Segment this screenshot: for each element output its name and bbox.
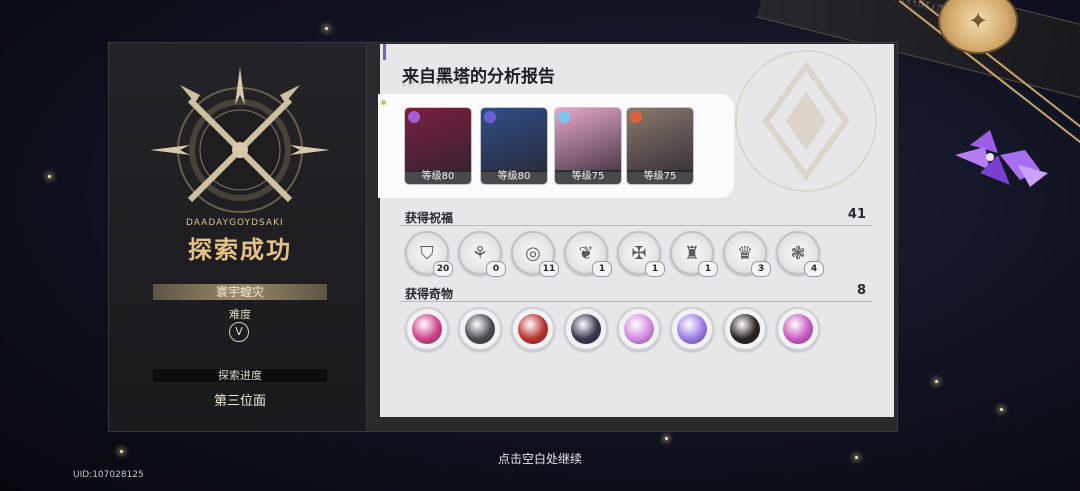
divider — [400, 225, 872, 226]
continue-hint[interactable]: 点击空白处继续 — [440, 450, 640, 467]
star-sparkle — [855, 456, 858, 459]
blessing-count: 0 — [486, 261, 506, 277]
magenta-seal-curio-icon[interactable] — [776, 307, 820, 351]
blessings-label: 获得祝福 — [405, 211, 454, 225]
curios-label: 获得奇物 — [405, 287, 454, 301]
report-accent-bar — [383, 44, 386, 60]
report-subtitle: ᛒᛖᚨᛋᛏᚨ ᛒᛖᛋᛚᛖᛋ — [402, 80, 468, 88]
elation-path-icon[interactable]: ♛ 3 — [723, 231, 771, 277]
remembrance-path-icon[interactable]: ⚘ 0 — [458, 231, 506, 277]
star-sparkle — [325, 27, 328, 30]
bronze-disc-curio-icon[interactable] — [723, 307, 767, 351]
star-sparkle — [120, 450, 123, 453]
divider — [400, 301, 872, 302]
blessing-count: 1 — [698, 261, 718, 277]
character-card[interactable]: 等级80 — [404, 107, 472, 185]
blessing-count: 3 — [751, 261, 771, 277]
herta-watermark-icon — [735, 50, 877, 192]
crossed-swords-emblem-icon — [150, 67, 330, 213]
purple-scroll-curio-icon[interactable] — [670, 307, 714, 351]
pink-seal-curio-icon[interactable] — [405, 307, 449, 351]
propagation-path-icon[interactable]: ❃ 4 — [776, 231, 824, 277]
star-sparkle — [1000, 408, 1003, 411]
character-card[interactable]: 等级75 — [626, 107, 694, 185]
character-card[interactable]: 等级75 — [554, 107, 622, 185]
hunt-path-icon[interactable]: ✠ 1 — [617, 231, 665, 277]
nihility-path-icon[interactable]: ◎ 11 — [511, 231, 559, 277]
progress-label: 探索进度 — [153, 369, 327, 382]
blessing-count: 11 — [539, 261, 559, 277]
destruction-path-icon[interactable]: ♜ 1 — [670, 231, 718, 277]
blessing-count: 20 — [433, 261, 453, 277]
blessing-count: 1 — [645, 261, 665, 277]
character-level: 等级75 — [627, 170, 693, 184]
curios-total: 8 — [856, 283, 866, 298]
blessing-count: 4 — [804, 261, 824, 277]
crown-curio-icon[interactable] — [564, 307, 608, 351]
star-sparkle — [48, 175, 51, 178]
star-sparkle — [935, 380, 938, 383]
preservation-path-icon[interactable]: ⛉ 20 — [405, 231, 453, 277]
blessings-total: 41 — [847, 207, 866, 222]
fire-element-icon — [630, 111, 642, 123]
lightning-element-icon — [408, 111, 420, 123]
ice-element-icon — [558, 111, 570, 123]
exploration-result-title: 探索成功 — [188, 236, 292, 264]
difficulty-label: 难度 — [229, 308, 251, 321]
difficulty-value: Ⅴ — [229, 322, 249, 342]
abundance-path-icon[interactable]: ❦ 1 — [564, 231, 612, 277]
purple-flower-icon — [955, 130, 1048, 187]
user-id: UID:107028125 — [73, 470, 144, 480]
character-level: 等级80 — [481, 170, 547, 184]
progress-value: 第三位面 — [213, 394, 266, 409]
character-level: 等级80 — [405, 170, 471, 184]
spiked-ball-curio-icon[interactable] — [458, 307, 502, 351]
emblem-runes: DAADAYGOYDSAKI — [186, 218, 284, 228]
red-seal-curio-icon[interactable] — [511, 307, 555, 351]
character-card[interactable]: 等级80 — [480, 107, 548, 185]
blessing-count: 1 — [592, 261, 612, 277]
world-name: 寰宇蝗灾 — [153, 284, 327, 300]
character-level: 等级75 — [555, 170, 621, 184]
pink-scroll-curio-icon[interactable] — [617, 307, 661, 351]
quantum-element-icon — [484, 111, 496, 123]
star-sparkle — [665, 437, 668, 440]
